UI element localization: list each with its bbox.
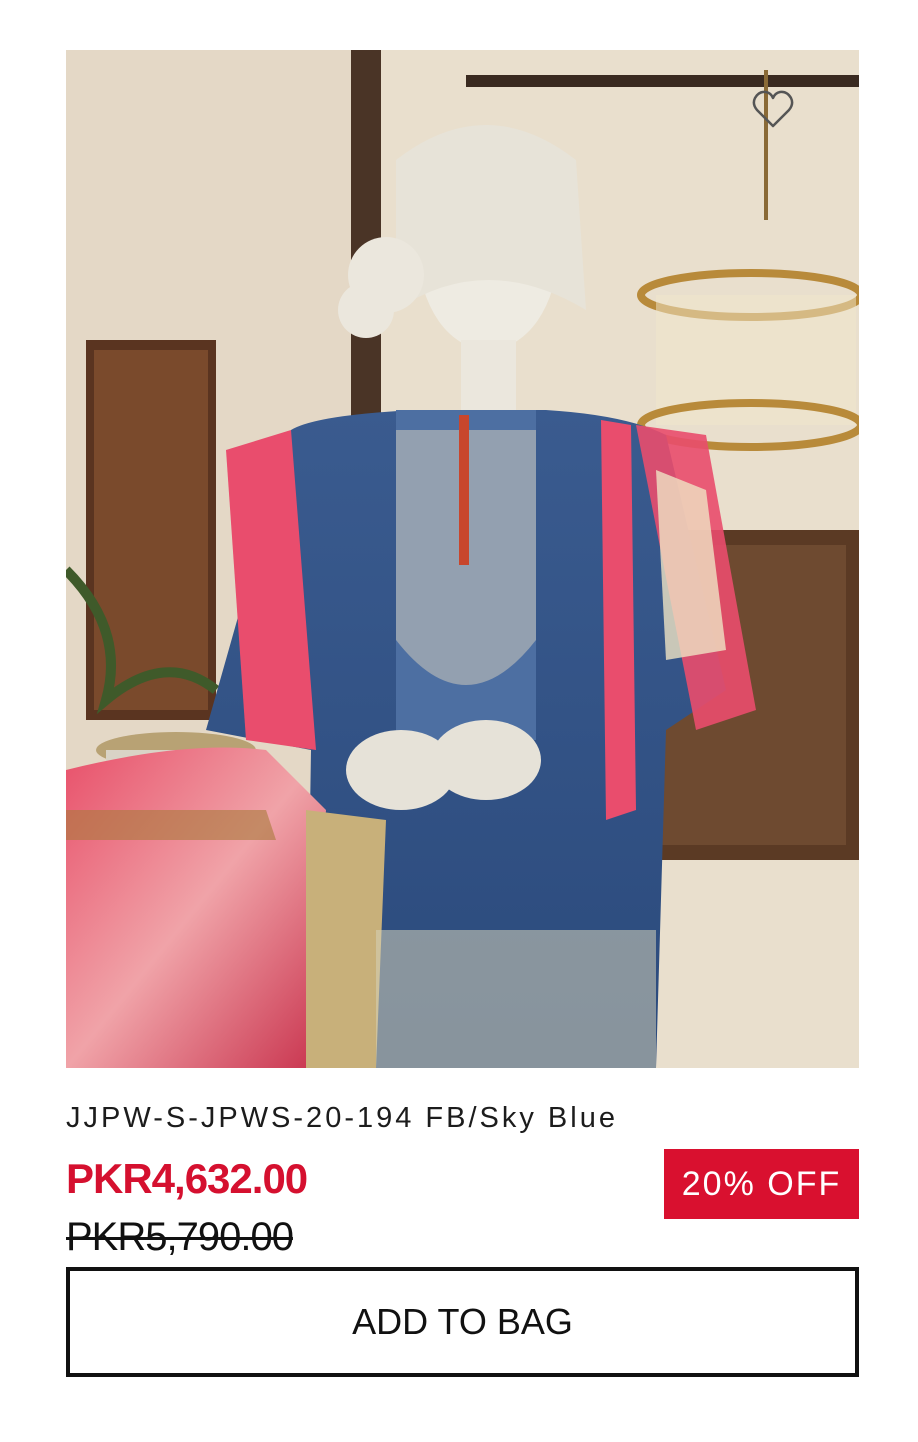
product-card: JJPW-S-JPWS-20-194 FB/Sky Blue PKR4,632.… — [66, 50, 859, 1377]
original-price: PKR5,790.00 — [66, 1215, 294, 1259]
add-to-bag-button[interactable]: ADD TO BAG — [66, 1267, 859, 1377]
product-image[interactable] — [66, 50, 859, 1068]
product-title[interactable]: JJPW-S-JPWS-20-194 FB/Sky Blue — [66, 1102, 859, 1135]
sale-price: PKR4,632.00 — [66, 1155, 308, 1202]
heart-outline-icon — [752, 90, 794, 128]
wishlist-button[interactable] — [751, 88, 795, 132]
price-row: PKR4,632.00 PKR5,790.00 20% OFF — [66, 1149, 859, 1267]
discount-badge: 20% OFF — [664, 1149, 859, 1219]
product-photo — [66, 50, 859, 1068]
